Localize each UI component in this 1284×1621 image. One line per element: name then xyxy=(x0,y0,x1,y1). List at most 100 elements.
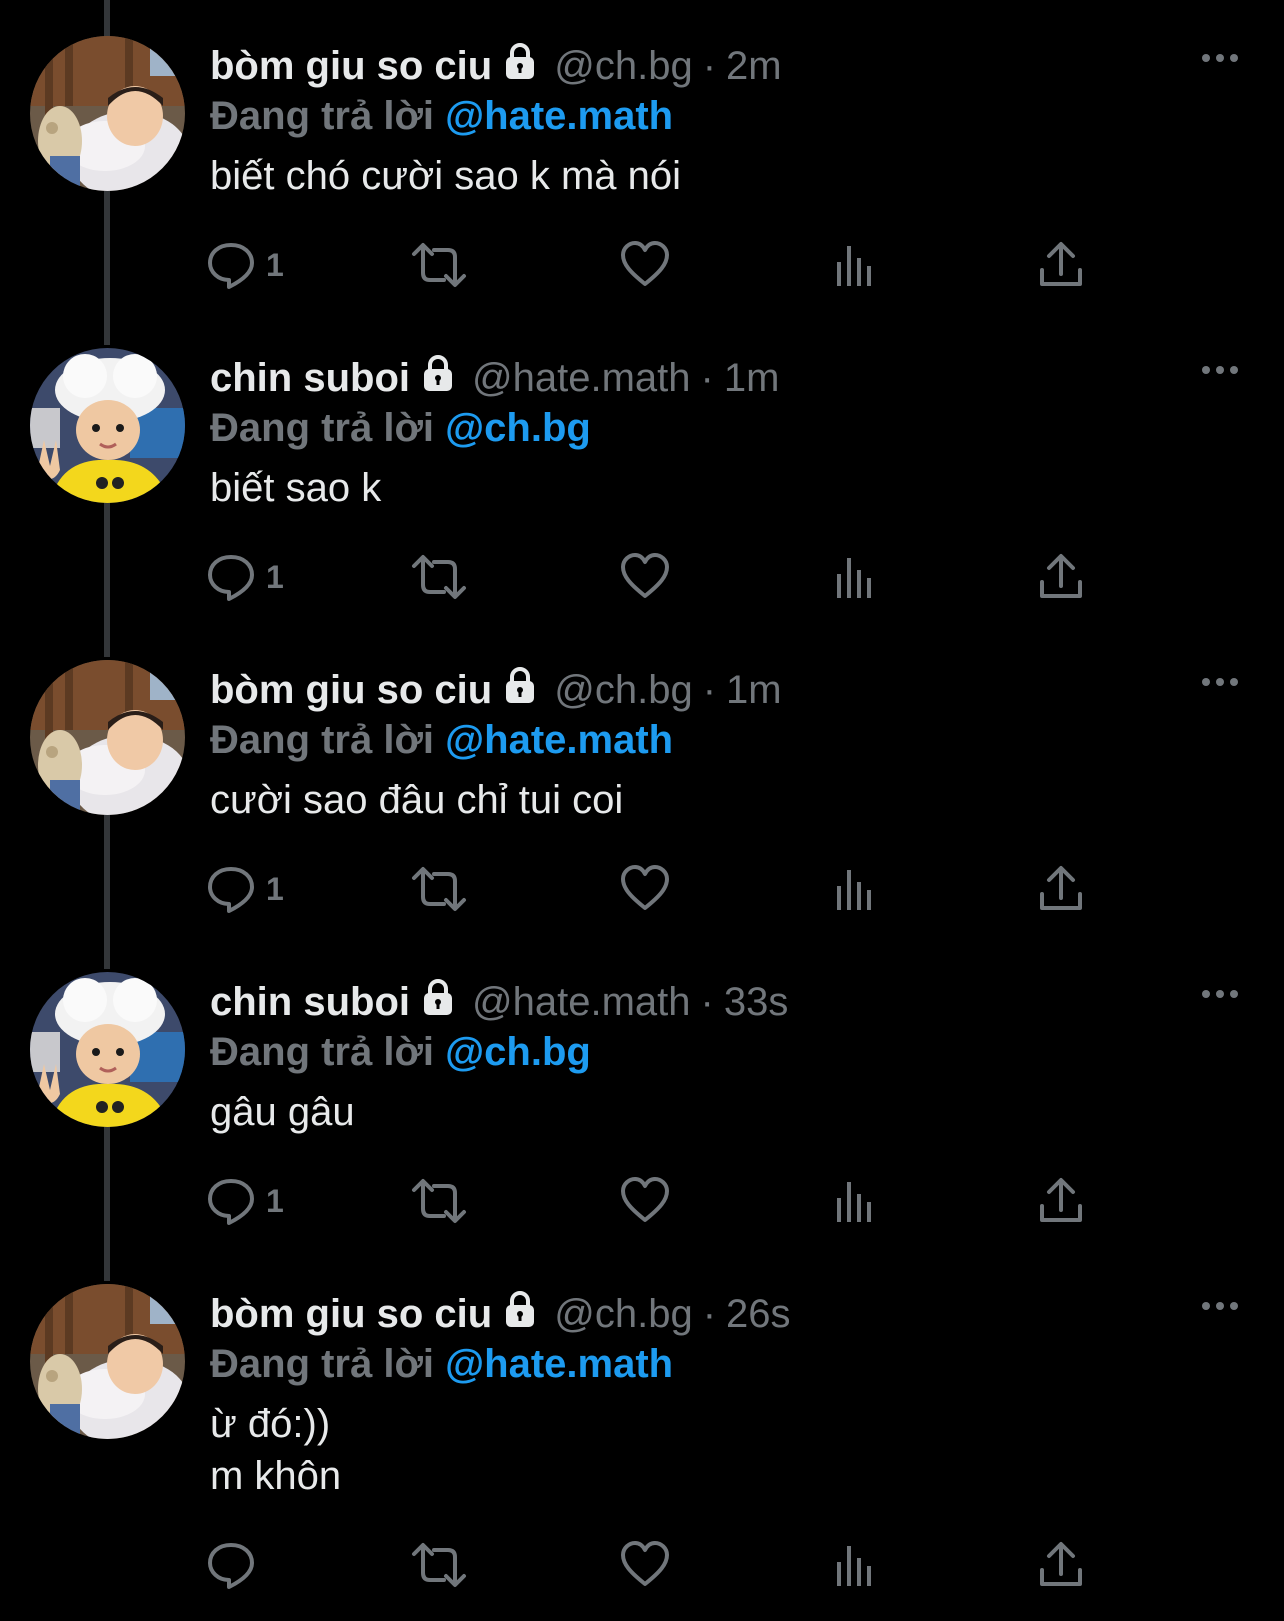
replying-to: Đang trả lời @hate.math xyxy=(210,1342,673,1387)
retweet-button[interactable] xyxy=(410,864,468,914)
views-icon xyxy=(837,246,871,286)
replying-to-label: Đang trả lời xyxy=(210,406,435,450)
timestamp[interactable]: 2m xyxy=(726,44,782,89)
reply-button[interactable]: 1 xyxy=(206,240,284,290)
more-icon[interactable] xyxy=(1200,1296,1240,1316)
timestamp[interactable]: 1m xyxy=(726,668,782,713)
more-icon[interactable] xyxy=(1200,48,1240,68)
tweet[interactable]: chin suboi @hate.math · 1m Đang trả lời … xyxy=(0,312,1284,657)
share-button[interactable] xyxy=(1036,1176,1086,1226)
heart-icon xyxy=(621,241,669,286)
views-button[interactable] xyxy=(830,1176,880,1226)
reply-button[interactable]: 1 xyxy=(206,552,284,602)
share-button[interactable] xyxy=(1036,240,1086,290)
reply-button[interactable] xyxy=(206,1540,266,1590)
tweet-header: bòm giu so ciu @ch.bg · 26s xyxy=(210,1288,791,1340)
timestamp[interactable]: 33s xyxy=(724,980,789,1025)
mention-link[interactable]: @hate.math xyxy=(445,1342,673,1386)
retweet-button[interactable] xyxy=(410,240,468,290)
share-icon xyxy=(1040,1542,1082,1586)
retweet-button[interactable] xyxy=(410,1176,468,1226)
more-icon[interactable] xyxy=(1200,360,1240,380)
tweet[interactable]: chin suboi @hate.math · 33s Đang trả lời… xyxy=(0,936,1284,1281)
replying-to: Đang trả lời @ch.bg xyxy=(210,406,591,451)
replying-to: Đang trả lời @hate.math xyxy=(210,94,673,139)
retweet-button[interactable] xyxy=(410,1540,468,1590)
retweet-icon xyxy=(412,1543,466,1587)
tweet-header: chin suboi @hate.math · 1m xyxy=(210,352,779,404)
reply-button[interactable]: 1 xyxy=(206,864,284,914)
share-icon xyxy=(1040,242,1082,286)
reply-count: 1 xyxy=(266,1182,284,1219)
mention-link[interactable]: @ch.bg xyxy=(445,1030,591,1074)
tweet-header: bòm giu so ciu @ch.bg · 1m xyxy=(210,664,782,716)
like-button[interactable] xyxy=(620,1540,670,1590)
reply-icon xyxy=(208,1543,254,1589)
user-handle[interactable]: @hate.math xyxy=(472,980,691,1025)
tweet[interactable]: bòm giu so ciu @ch.bg · 1m Đang trả lời … xyxy=(0,624,1284,969)
views-button[interactable] xyxy=(830,864,880,914)
display-name[interactable]: bòm giu so ciu xyxy=(210,44,492,89)
display-name[interactable]: chin suboi xyxy=(210,980,410,1025)
share-icon xyxy=(1040,1178,1082,1222)
views-button[interactable] xyxy=(830,240,880,290)
views-icon xyxy=(837,870,871,910)
views-icon xyxy=(837,558,871,598)
lock-icon xyxy=(418,353,458,403)
timestamp[interactable]: 26s xyxy=(726,1292,791,1337)
heart-icon xyxy=(621,865,669,910)
avatar[interactable] xyxy=(30,36,185,191)
user-handle[interactable]: @ch.bg xyxy=(554,1292,692,1337)
separator: · xyxy=(700,979,714,1024)
user-handle[interactable]: @ch.bg xyxy=(554,44,692,89)
more-icon[interactable] xyxy=(1200,984,1240,1004)
replying-to-label: Đang trả lời xyxy=(210,1342,435,1386)
like-button[interactable] xyxy=(620,864,670,914)
replying-to: Đang trả lời @ch.bg xyxy=(210,1030,591,1075)
tweet[interactable]: bòm giu so ciu @ch.bg · 2m Đang trả lời … xyxy=(0,0,1284,345)
separator: · xyxy=(702,43,717,88)
display-name[interactable]: chin suboi xyxy=(210,356,410,401)
timestamp[interactable]: 1m xyxy=(724,356,780,401)
lock-icon xyxy=(418,977,458,1027)
avatar[interactable] xyxy=(30,972,185,1127)
user-handle[interactable]: @hate.math xyxy=(472,356,691,401)
tweet[interactable]: bòm giu so ciu @ch.bg · 26s Đang trả lời… xyxy=(0,1248,1284,1589)
tweet-text: ừ đó:)) m khôn xyxy=(210,1402,342,1498)
share-button[interactable] xyxy=(1036,864,1086,914)
views-icon xyxy=(837,1546,871,1586)
views-button[interactable] xyxy=(830,1540,880,1590)
reply-icon xyxy=(208,555,254,601)
action-bar: 1 xyxy=(208,1176,1110,1226)
lock-icon xyxy=(500,41,540,91)
more-icon[interactable] xyxy=(1200,672,1240,692)
tweet-text: gâu gâu xyxy=(210,1090,355,1134)
tweet-header: chin suboi @hate.math · 33s xyxy=(210,976,788,1028)
separator: · xyxy=(702,1291,717,1336)
like-button[interactable] xyxy=(620,552,670,602)
mention-link[interactable]: @hate.math xyxy=(445,94,673,138)
views-button[interactable] xyxy=(830,552,880,602)
share-button[interactable] xyxy=(1036,552,1086,602)
reply-button[interactable]: 1 xyxy=(206,1176,284,1226)
display-name[interactable]: bòm giu so ciu xyxy=(210,668,492,713)
tweet-header: bòm giu so ciu @ch.bg · 2m xyxy=(210,40,782,92)
mention-link[interactable]: @ch.bg xyxy=(445,406,591,450)
user-handle[interactable]: @ch.bg xyxy=(554,668,692,713)
reply-icon xyxy=(208,1179,254,1225)
display-name[interactable]: bòm giu so ciu xyxy=(210,1292,492,1337)
lock-icon xyxy=(500,665,540,715)
avatar[interactable] xyxy=(30,348,185,503)
share-icon xyxy=(1040,866,1082,910)
mention-link[interactable]: @hate.math xyxy=(445,718,673,762)
like-button[interactable] xyxy=(620,240,670,290)
tweet-text: biết chó cười sao k mà nói xyxy=(210,154,681,198)
like-button[interactable] xyxy=(620,1176,670,1226)
replying-to-label: Đang trả lời xyxy=(210,94,435,138)
reply-count: 1 xyxy=(266,558,284,595)
retweet-icon xyxy=(412,867,466,911)
avatar[interactable] xyxy=(30,660,185,815)
retweet-button[interactable] xyxy=(410,552,468,602)
share-button[interactable] xyxy=(1036,1540,1086,1590)
avatar[interactable] xyxy=(30,1284,185,1439)
